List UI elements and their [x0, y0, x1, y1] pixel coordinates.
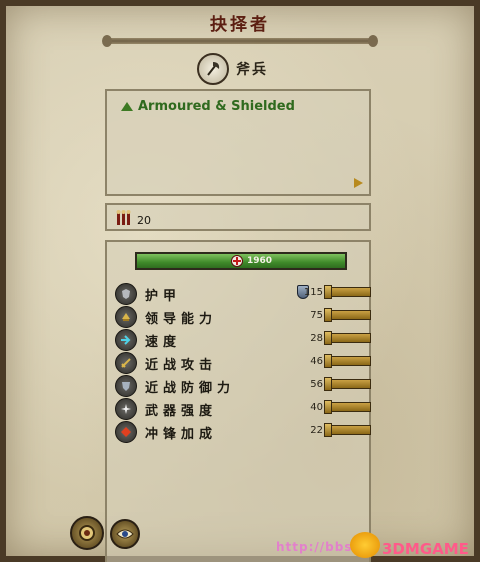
- stat-row-melee-attack[interactable]: 近战攻击 46: [107, 351, 373, 374]
- health-value: 1960: [247, 256, 273, 266]
- title-divider: [102, 35, 378, 47]
- stat-row-charge-bonus[interactable]: 冲锋加成 22: [107, 420, 373, 443]
- stat-value: 40: [310, 402, 323, 413]
- unit-count-value: 20: [137, 214, 151, 227]
- stat-value: 28: [310, 333, 323, 344]
- stat-row-armour[interactable]: 护甲 115: [107, 282, 373, 305]
- ability-item[interactable]: Armoured & Shielded: [121, 99, 295, 114]
- stat-bar: [324, 354, 371, 368]
- speed-icon: [115, 329, 137, 351]
- stat-bar: [324, 423, 371, 437]
- stats-panel: 1960 护甲 115 领导能力 75 速度 28 近战攻击 46 近战防御力 …: [105, 240, 371, 562]
- stat-label: 护甲: [145, 289, 182, 304]
- stat-value: 22: [310, 425, 323, 436]
- stat-bar: [324, 331, 371, 345]
- stat-value: 56: [310, 379, 323, 390]
- watermark-brand: 3DMGAME: [382, 540, 469, 558]
- red-cross-icon: [231, 255, 243, 267]
- leadership-icon: [115, 306, 137, 328]
- watermark-logo: [350, 532, 380, 558]
- health-bar: 1960: [135, 252, 347, 270]
- unit-name: 斧兵: [236, 62, 268, 78]
- charge-bonus-icon: [115, 421, 137, 443]
- unit-count-panel: 20: [105, 203, 371, 231]
- eye-icon: [116, 529, 134, 539]
- stat-row-leadership[interactable]: 领导能力 75: [107, 305, 373, 328]
- armour-icon: [115, 283, 137, 305]
- weapon-strength-icon: [115, 398, 137, 420]
- stat-bar: [324, 377, 371, 391]
- stat-bar: [324, 308, 371, 322]
- stat-row-speed[interactable]: 速度 28: [107, 328, 373, 351]
- unit-portrait-icon: [79, 525, 95, 541]
- stat-label: 近战防御力: [145, 381, 236, 396]
- stat-label: 冲锋加成: [145, 427, 218, 442]
- soldiers-icon: [115, 209, 133, 227]
- abilities-panel: Armoured & Shielded: [105, 89, 371, 196]
- watermark-url: http://bbs: [276, 540, 353, 554]
- unit-portrait-button[interactable]: [70, 516, 104, 550]
- stat-value: 75: [310, 310, 323, 321]
- green-triangle-icon: [121, 102, 133, 111]
- melee-defence-icon: [115, 375, 137, 397]
- stat-label: 武器强度: [145, 404, 218, 419]
- stat-row-weapon-strength[interactable]: 武器强度 40: [107, 397, 373, 420]
- stat-label: 近战攻击: [145, 358, 218, 373]
- stat-value: 115: [303, 287, 323, 298]
- eye-button[interactable]: [110, 519, 140, 549]
- melee-attack-icon: [115, 352, 137, 374]
- axe-icon: [197, 53, 229, 85]
- stat-value: 46: [310, 356, 323, 367]
- stat-bar: [324, 400, 371, 414]
- page-title: 抉择者: [210, 15, 270, 35]
- ability-label: Armoured & Shielded: [138, 99, 295, 114]
- stat-bar: [324, 285, 371, 299]
- stat-label: 领导能力: [145, 312, 218, 327]
- expand-arrow-icon[interactable]: [354, 178, 363, 188]
- stat-label: 速度: [145, 335, 182, 350]
- stat-row-melee-defence[interactable]: 近战防御力 56: [107, 374, 373, 397]
